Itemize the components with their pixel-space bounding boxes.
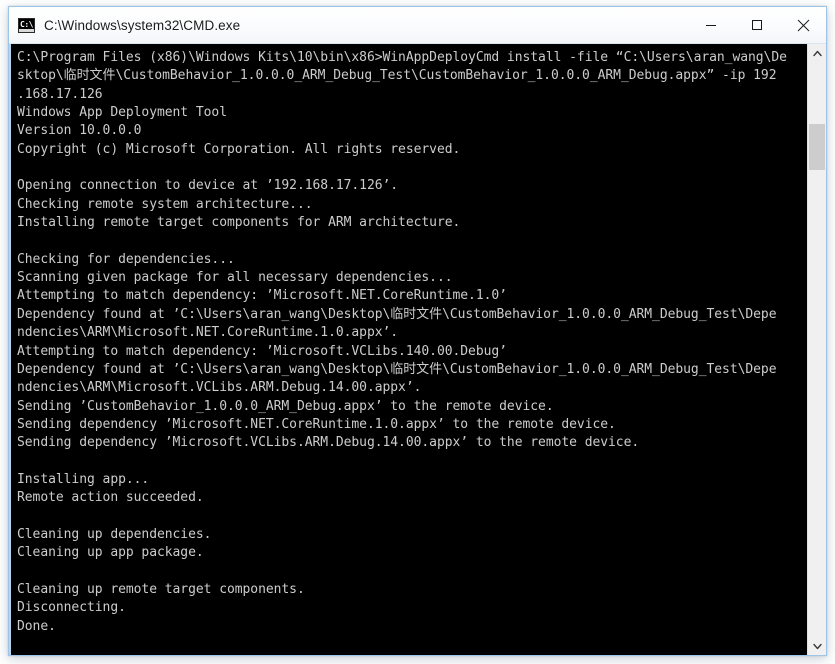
maximize-icon — [751, 19, 763, 31]
close-icon — [797, 19, 810, 32]
chevron-down-icon — [813, 643, 822, 650]
scroll-down-button[interactable] — [808, 637, 826, 655]
maximize-button[interactable] — [734, 7, 780, 43]
scroll-up-button[interactable] — [808, 44, 826, 62]
console-icon: C:\ — [18, 18, 35, 33]
scrollbar-thumb[interactable] — [809, 124, 825, 170]
title-bar[interactable]: C:\ C:\Windows\system32\CMD.exe — [9, 7, 826, 44]
minimize-icon — [705, 19, 717, 31]
console-icon-bar — [19, 29, 34, 32]
scrollbar-track[interactable] — [808, 62, 826, 637]
vertical-scrollbar[interactable] — [807, 44, 826, 655]
cmd-window: C:\ C:\Windows\system32\CMD.exe — [8, 6, 827, 656]
window-title: C:\Windows\system32\CMD.exe — [44, 18, 240, 33]
close-button[interactable] — [780, 7, 826, 43]
console-output-text: C:\Program Files (x86)\Windows Kits\10\b… — [11, 49, 807, 636]
chevron-up-icon — [813, 50, 822, 57]
desktop-background: C:\ C:\Windows\system32\CMD.exe — [0, 0, 835, 664]
console-output-surface[interactable]: C:\Program Files (x86)\Windows Kits\10\b… — [11, 44, 807, 655]
minimize-button[interactable] — [688, 7, 734, 43]
console-client-area: C:\Program Files (x86)\Windows Kits\10\b… — [9, 44, 826, 655]
window-controls — [688, 7, 826, 43]
console-icon-glyph: C:\ — [20, 20, 33, 29]
